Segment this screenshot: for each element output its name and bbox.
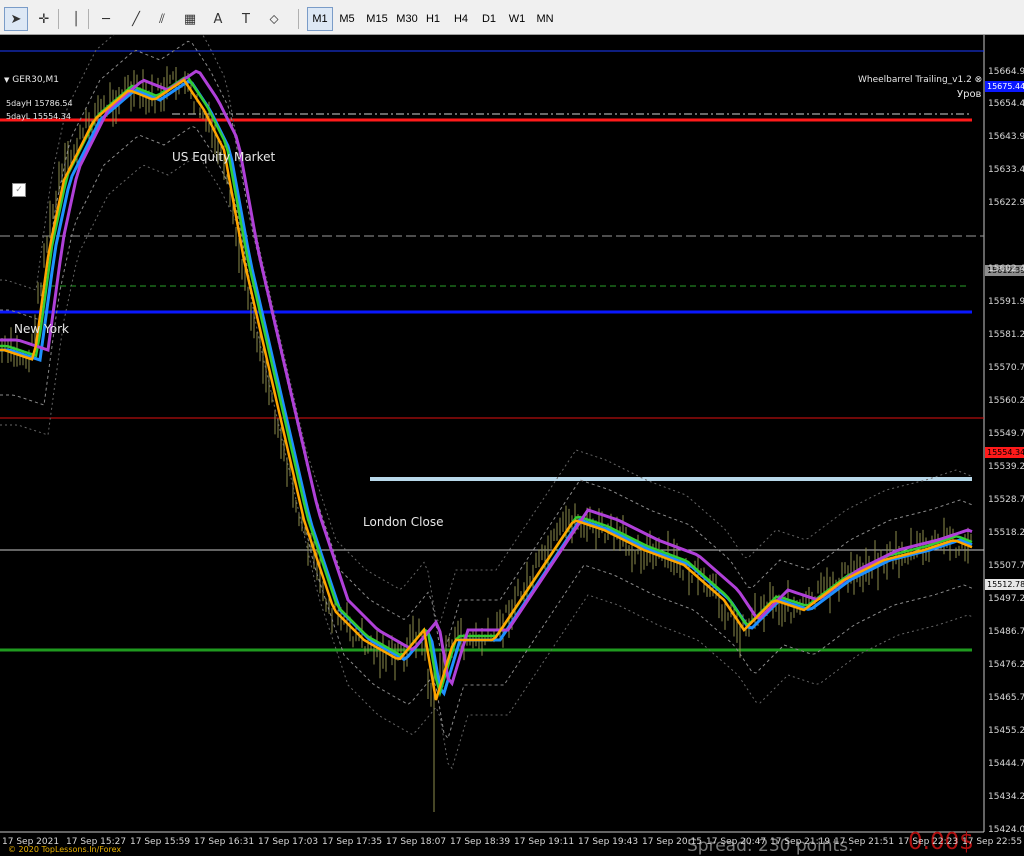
price-axis-label: 15664.90: [988, 67, 1024, 77]
dropdown-triangle-icon[interactable]: ▼: [4, 76, 9, 84]
channel-icon[interactable]: ⫽: [150, 7, 174, 31]
time-axis-label: 17 Sep 18:39: [450, 837, 511, 847]
ma-blue-line: [0, 79, 973, 697]
timeframe-h1[interactable]: H1: [420, 7, 446, 31]
day-high-label: 5dayH 15786.54: [6, 99, 73, 108]
ma-green-line: [0, 76, 973, 698]
timeframe-d1[interactable]: D1: [476, 7, 502, 31]
toolbar-separator: [88, 9, 89, 29]
timeframe-h4[interactable]: H4: [448, 7, 474, 31]
price-axis-label: 15560.20: [988, 396, 1024, 406]
price-axis-label: 15581.20: [988, 330, 1024, 340]
time-axis-label: 17 Sep 21:19: [770, 837, 831, 847]
time-axis-label: 17 Sep 19:11: [514, 837, 575, 847]
time-axis-label: 17 Sep 20:47: [706, 837, 767, 847]
time-axis-label: 17 Sep 17:35: [322, 837, 383, 847]
time-axis-label: 17 Sep 22:55: [962, 837, 1023, 847]
shapes-icon[interactable]: ⬦: [262, 7, 286, 31]
chart-area[interactable]: ▼ GER30,M1 Wheelbarrel Trailing_v1.2 ⊗ У…: [0, 35, 1024, 856]
price-axis-label: 15591.90: [988, 297, 1024, 307]
ma-orange-line: [0, 78, 973, 701]
trade-checkbox[interactable]: ✓: [12, 183, 26, 197]
price-axis-label: 15643.90: [988, 132, 1024, 142]
price-axis-label: 15486.70: [988, 627, 1024, 637]
price-axis-label: 15602.40: [988, 264, 1024, 274]
price-axis-label: 15424.00: [988, 825, 1024, 835]
price-axis-label: 15633.40: [988, 165, 1024, 175]
lower-band: [0, 125, 973, 740]
price-chart[interactable]: [0, 35, 1024, 847]
symbol-label[interactable]: ▼ GER30,M1: [4, 75, 59, 85]
red-price-tag: 15554.34: [985, 447, 1024, 458]
price-axis-label: 15622.90: [988, 198, 1024, 208]
checkbox-mark-icon: ✓: [15, 185, 23, 195]
horizontal-line-icon[interactable]: ─: [94, 7, 118, 31]
timeframe-m30[interactable]: M30: [392, 7, 422, 31]
price-axis-label: 15654.40: [988, 99, 1024, 109]
time-axis-label: 17 Sep 21:51: [834, 837, 895, 847]
indicator-name: Wheelbarrel Trailing_v1.2 ⊗: [858, 75, 982, 85]
upper-band: [0, 40, 973, 655]
outer-upper-band: [0, 35, 973, 625]
price-axis-label: 15539.20: [988, 462, 1024, 472]
time-axis-label: 17 Sep 17:03: [258, 837, 319, 847]
indicator-name-text: Wheelbarrel Trailing_v1.2: [858, 75, 972, 85]
timeframe-mn[interactable]: MN: [532, 7, 558, 31]
timeframe-m5[interactable]: M5: [334, 7, 360, 31]
price-axis-label: 15528.70: [988, 495, 1024, 505]
price-axis-label: 15444.70: [988, 759, 1024, 769]
text-label-icon[interactable]: T: [234, 7, 258, 31]
time-axis-label: 17 Sep 16:31: [194, 837, 255, 847]
candles-group: [1, 66, 972, 812]
toolbar-separator: [298, 9, 299, 29]
time-axis-label: 17 Sep 15:27: [66, 837, 127, 847]
toolbar-separator: [58, 9, 59, 29]
time-axis-label: 17 Sep 2021: [2, 837, 60, 847]
price-axis-label: 15434.20: [988, 792, 1024, 802]
toolbar: ➤ ✛ │ ─ ╱ ⫽ ▦ A T ⬦ M1 M5 M15 M30 H1 H4 D1 W1 MN: [0, 0, 1024, 35]
time-axis-label: 17 Sep 20:15: [642, 837, 703, 847]
time-axis-label: 17 Sep 22:23: [898, 837, 959, 847]
price-axis-label: 15518.20: [988, 528, 1024, 538]
top-blue-price-tag: 15675.44: [985, 81, 1024, 92]
symbol-text: GER30,M1: [12, 75, 59, 85]
indicator-close-icon[interactable]: ⊗: [975, 75, 983, 85]
cursor-icon[interactable]: ➤: [4, 7, 28, 31]
timeframe-m1[interactable]: M1: [307, 7, 333, 31]
day-low-label: 5dayL 15554.34: [6, 112, 71, 121]
price-axis-label: 15507.70: [988, 561, 1024, 571]
time-axis-label: 17 Sep 19:43: [578, 837, 639, 847]
envelope-bands: [0, 35, 973, 770]
crosshair-icon[interactable]: ✛: [32, 7, 56, 31]
level-label: Уров: [957, 89, 982, 100]
price-axis-label: 15455.20: [988, 726, 1024, 736]
price-axis-label: 15497.20: [988, 594, 1024, 604]
timeframe-m15[interactable]: M15: [362, 7, 392, 31]
current-price-tag: 15512.78: [985, 579, 1024, 590]
time-axis-label: 17 Sep 18:07: [386, 837, 447, 847]
price-axis-label: 15570.70: [988, 363, 1024, 373]
outer-lower-band: [0, 155, 973, 770]
fibonacci-icon[interactable]: ▦: [178, 7, 202, 31]
us-equity-annotation[interactable]: US Equity Market: [172, 150, 275, 164]
timeframe-w1[interactable]: W1: [504, 7, 530, 31]
moving-averages: [0, 69, 973, 701]
price-axis-label: 15476.20: [988, 660, 1024, 670]
price-axis-label: 15465.70: [988, 693, 1024, 703]
trendline-icon[interactable]: ╱: [124, 7, 148, 31]
text-icon[interactable]: A: [206, 7, 230, 31]
new-york-annotation[interactable]: New York: [14, 322, 69, 336]
london-close-annotation[interactable]: London Close: [363, 515, 444, 529]
price-axis-label: 15549.70: [988, 429, 1024, 439]
time-axis-label: 17 Sep 15:59: [130, 837, 191, 847]
vertical-line-icon[interactable]: │: [64, 7, 88, 31]
